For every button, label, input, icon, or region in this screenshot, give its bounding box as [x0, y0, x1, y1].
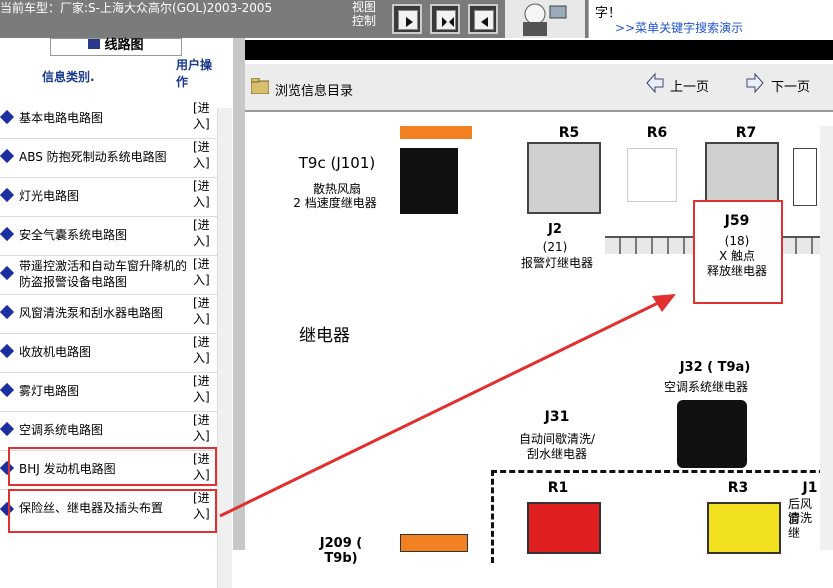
annotation-arrow: [219, 294, 676, 518]
